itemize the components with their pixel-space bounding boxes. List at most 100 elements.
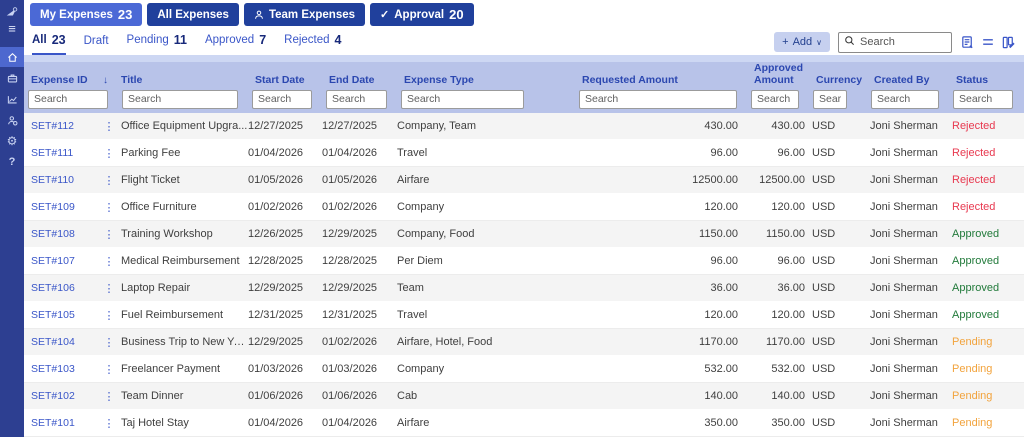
start-date-cell: 12/29/2025 <box>248 336 304 348</box>
approved-amount-cell: 36.00 <box>777 282 805 294</box>
table-row[interactable]: SET#106 ⋮ Laptop Repair 12/29/2025 12/29… <box>24 275 1024 302</box>
expense-id-link[interactable]: SET#104 <box>24 336 100 348</box>
sidebar-item-reports[interactable] <box>0 89 24 109</box>
sidebar-item-help[interactable]: ? <box>0 152 24 172</box>
start-date-cell: 01/04/2026 <box>248 147 304 159</box>
sidebar-item-settings[interactable]: ⚙ <box>0 131 24 151</box>
currency-cell: USD <box>812 147 836 159</box>
kebab-menu-icon[interactable]: ⋮ <box>100 282 118 295</box>
expense-type-search-input[interactable] <box>401 89 524 109</box>
expense-id-link[interactable]: SET#106 <box>24 282 100 294</box>
sidebar-item-approvals[interactable] <box>0 110 24 130</box>
approved-amount-cell: 120.00 <box>771 309 805 321</box>
currency-cell: USD <box>812 363 836 375</box>
sort-descending-icon[interactable]: ↓ <box>103 75 118 87</box>
expense-id-link[interactable]: SET#111 <box>24 147 100 159</box>
divider-strip <box>24 55 1024 62</box>
document-export-icon[interactable] <box>960 35 975 50</box>
tab-team-expenses[interactable]: Team Expenses <box>243 3 366 27</box>
column-header-approved-amount[interactable]: Approved Amount <box>747 62 809 90</box>
expense-id-link[interactable]: SET#108 <box>24 228 100 240</box>
filter-tab-draft[interactable]: Draft <box>84 35 109 55</box>
expense-id-link[interactable]: SET#112 <box>24 120 100 132</box>
add-button[interactable]: + Add ∨ <box>774 32 830 53</box>
check-icon: ✓ <box>380 9 390 22</box>
kebab-menu-icon[interactable]: ⋮ <box>100 174 118 187</box>
table-row[interactable]: SET#112 ⋮ Office Equipment Upgra... 12/2… <box>24 113 1024 140</box>
requested-amount-cell: 1150.00 <box>699 228 738 240</box>
created-by-search-input[interactable] <box>871 89 939 109</box>
requested-amount-search-input[interactable] <box>579 89 737 109</box>
column-header-currency[interactable]: Currency <box>809 74 867 90</box>
created-by-cell: Joni Sherman <box>870 363 938 375</box>
column-header-expense-type[interactable]: Expense Type <box>397 74 575 90</box>
expense-id-search-input[interactable] <box>28 89 108 109</box>
kebab-menu-icon[interactable]: ⋮ <box>100 255 118 268</box>
kebab-menu-icon[interactable]: ⋮ <box>100 390 118 403</box>
approved-amount-cell: 96.00 <box>777 147 805 159</box>
column-header-end-date[interactable]: End Date <box>322 74 397 90</box>
table-row[interactable]: SET#104 ⋮ Business Trip to New York 12/2… <box>24 329 1024 356</box>
column-header-start-date[interactable]: Start Date <box>248 74 322 90</box>
kebab-menu-icon[interactable]: ⋮ <box>100 336 118 349</box>
table-row[interactable]: SET#101 ⋮ Taj Hotel Stay 01/04/2026 01/0… <box>24 410 1024 437</box>
expense-id-link[interactable]: SET#101 <box>24 417 100 429</box>
search-input[interactable] <box>860 36 946 49</box>
title-cell: Flight Ticket <box>121 174 180 186</box>
sidebar-item-expenses[interactable] <box>0 68 24 88</box>
kebab-menu-icon[interactable]: ⋮ <box>100 120 118 133</box>
end-date-cell: 01/05/2026 <box>322 174 378 186</box>
tab-my-expenses[interactable]: My Expenses 23 <box>30 3 143 27</box>
tab-all-expenses[interactable]: All Expenses <box>147 3 239 27</box>
status-search-input[interactable] <box>953 89 1013 109</box>
column-header-expense-id[interactable]: Expense ID ↓ <box>24 74 118 90</box>
kebab-menu-icon[interactable]: ⋮ <box>100 201 118 214</box>
row-density-icon[interactable] <box>981 35 995 49</box>
table-row[interactable]: SET#102 ⋮ Team Dinner 01/06/2026 01/06/2… <box>24 383 1024 410</box>
table-row[interactable]: SET#105 ⋮ Fuel Reimbursement 12/31/2025 … <box>24 302 1024 329</box>
filter-tab-approved[interactable]: Approved 7 <box>205 33 266 55</box>
expense-id-link[interactable]: SET#105 <box>24 309 100 321</box>
toolbar: + Add ∨ <box>774 31 1016 53</box>
approved-amount-cell: 350.00 <box>771 417 805 429</box>
sidebar-item-home[interactable] <box>0 47 24 67</box>
filter-tab-rejected[interactable]: Rejected 4 <box>284 33 341 55</box>
kebab-menu-icon[interactable]: ⋮ <box>100 309 118 322</box>
end-date-search-input[interactable] <box>326 89 387 109</box>
column-header-created-by[interactable]: Created By <box>867 74 949 90</box>
tab-label: All Expenses <box>157 8 229 21</box>
expense-id-link[interactable]: SET#107 <box>24 255 100 267</box>
column-header-status[interactable]: Status <box>949 74 1024 90</box>
table-header: Expense ID ↓ Title Start Date End Date E… <box>24 62 1024 113</box>
kebab-menu-icon[interactable]: ⋮ <box>100 147 118 160</box>
edit-columns-icon[interactable] <box>1001 35 1016 50</box>
table-row[interactable]: SET#103 ⋮ Freelancer Payment 01/03/2026 … <box>24 356 1024 383</box>
column-label: Expense ID <box>31 74 88 87</box>
tab-label: My Expenses <box>40 8 113 21</box>
expense-id-link[interactable]: SET#110 <box>24 174 100 186</box>
end-date-cell: 12/31/2025 <box>322 309 378 321</box>
approved-amount-search-input[interactable] <box>751 89 799 109</box>
column-header-title[interactable]: Title <box>118 74 248 90</box>
expense-id-link[interactable]: SET#102 <box>24 390 100 402</box>
expense-id-link[interactable]: SET#109 <box>24 201 100 213</box>
filter-tab-all[interactable]: All 23 <box>32 33 66 56</box>
table-row[interactable]: SET#108 ⋮ Training Workshop 12/26/2025 1… <box>24 221 1024 248</box>
expense-id-link[interactable]: SET#103 <box>24 363 100 375</box>
table-row[interactable]: SET#107 ⋮ Medical Reimbursement 12/28/20… <box>24 248 1024 275</box>
kebab-menu-icon[interactable]: ⋮ <box>100 363 118 376</box>
kebab-menu-icon[interactable]: ⋮ <box>100 417 118 430</box>
table-row[interactable]: SET#110 ⋮ Flight Ticket 01/05/2026 01/05… <box>24 167 1024 194</box>
tab-approval[interactable]: ✓ Approval 20 <box>370 3 474 27</box>
start-date-search-input[interactable] <box>252 89 312 109</box>
kebab-menu-icon[interactable]: ⋮ <box>100 228 118 241</box>
currency-search-input[interactable] <box>813 89 847 109</box>
filter-tab-pending[interactable]: Pending 11 <box>127 33 187 55</box>
title-search-input[interactable] <box>122 89 238 109</box>
table-row[interactable]: SET#111 ⋮ Parking Fee 01/04/2026 01/04/2… <box>24 140 1024 167</box>
column-header-requested-amount[interactable]: Requested Amount <box>575 74 747 90</box>
hamburger-icon[interactable]: ≡ <box>8 22 16 35</box>
status-badge: Rejected <box>952 201 996 213</box>
table-row[interactable]: SET#109 ⋮ Office Furniture 01/02/2026 01… <box>24 194 1024 221</box>
created-by-cell: Joni Sherman <box>870 417 938 429</box>
